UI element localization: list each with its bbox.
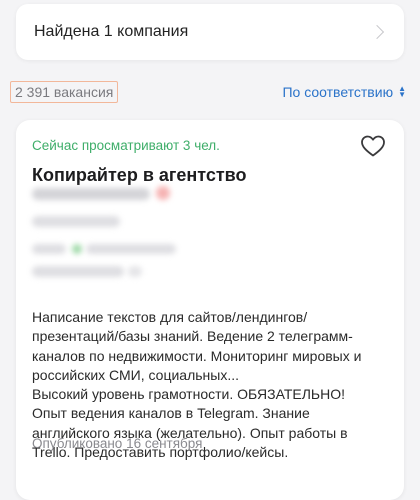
sort-arrows-icon: ▲ ▼ [398,84,406,99]
published-date: Опубликовано 16 сентября [32,436,203,451]
results-header: 2 391 вакансия По соответствию ▲ ▼ [10,80,406,104]
viewing-now-label: Сейчас просматривают 3 чел. [32,138,220,153]
vacancy-card[interactable]: Сейчас просматривают 3 чел. Копирайтер в… [16,120,404,500]
company-search-result-card[interactable]: Найдена 1 компания [16,4,404,60]
redacted-metro-dot [72,244,82,254]
vacancy-title[interactable]: Копирайтер в агентство [32,165,388,186]
redacted-company-badge [156,186,170,200]
redacted-metro [86,244,176,254]
redacted-company-name [32,188,150,200]
chevron-right-icon [369,24,385,40]
sort-dropdown[interactable]: По соответствию ▲ ▼ [282,84,406,100]
sort-label: По соответствию [282,84,394,100]
company-found-label: Найдена 1 компания [34,23,189,40]
heart-icon[interactable] [360,134,386,158]
redacted-location [32,244,66,254]
redacted-experience-extra [128,266,142,277]
vacancy-count: 2 391 вакансия [10,81,119,103]
redacted-salary [32,216,120,227]
redacted-experience [32,266,124,277]
